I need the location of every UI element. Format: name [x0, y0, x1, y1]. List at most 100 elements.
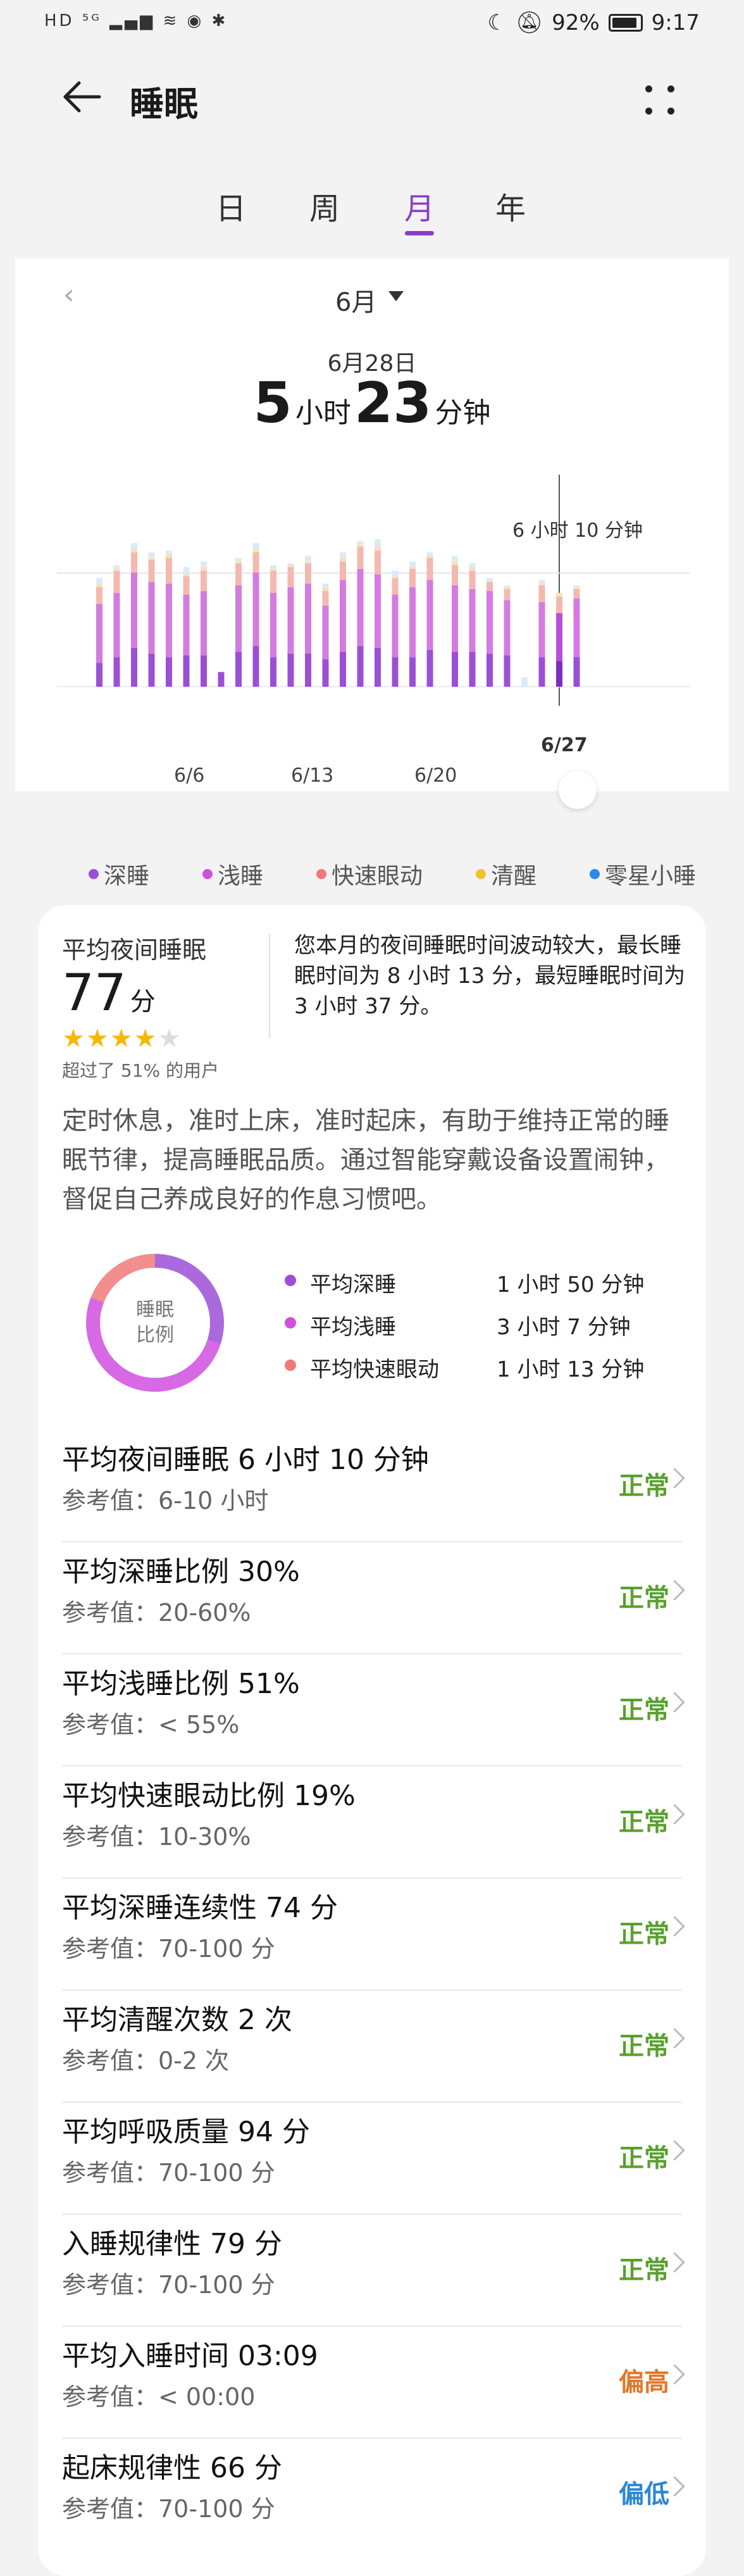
bar-segment[interactable]: [357, 541, 364, 545]
bar-segment[interactable]: [452, 556, 458, 562]
bar-segment[interactable]: [131, 572, 137, 648]
bar-segment[interactable]: [235, 651, 242, 687]
bar-segment[interactable]: [96, 578, 102, 584]
tab-month[interactable]: 月: [394, 184, 445, 228]
tab-year[interactable]: 年: [485, 184, 536, 228]
bar-segment[interactable]: [166, 584, 172, 658]
metric-row[interactable]: 平均深睡连续性 74 分参考值：70-100 分 正常: [62, 1879, 685, 1991]
bar-segment[interactable]: [426, 558, 433, 580]
bar-segment[interactable]: [375, 546, 381, 551]
bar-segment[interactable]: [357, 568, 364, 646]
bar-segment[interactable]: [322, 659, 329, 687]
bar-segment[interactable]: [409, 566, 416, 569]
chevron-left-icon[interactable]: ‹: [63, 278, 75, 311]
bar-segment[interactable]: [96, 584, 102, 587]
bar-segment[interactable]: [183, 655, 190, 687]
bar-segment[interactable]: [538, 580, 545, 584]
bar-segment[interactable]: [148, 552, 155, 558]
month-selector[interactable]: 6月: [335, 282, 376, 318]
bar-segment[interactable]: [322, 584, 329, 587]
bar-segment[interactable]: [375, 539, 381, 547]
bar-segment[interactable]: [235, 563, 242, 585]
bar-segment[interactable]: [487, 591, 493, 654]
bar-segment[interactable]: [322, 587, 329, 591]
bar-segment[interactable]: [252, 646, 259, 687]
bar-segment[interactable]: [252, 552, 259, 573]
bar-segment[interactable]: [270, 592, 276, 658]
bar-segment[interactable]: [183, 566, 190, 575]
metric-row[interactable]: 平均浅睡比例 51% 参考值：< 55% 正常: [62, 1654, 685, 1766]
bar-segment[interactable]: [521, 677, 528, 687]
bar-segment[interactable]: [340, 558, 346, 562]
bar-segment[interactable]: [322, 591, 329, 606]
bar-segment[interactable]: [131, 552, 137, 573]
bar-segment[interactable]: [556, 613, 562, 661]
bar-segment[interactable]: [322, 606, 329, 660]
bar-segment[interactable]: [357, 545, 364, 547]
bar-segment[interactable]: [201, 655, 207, 687]
bar-segment[interactable]: [573, 587, 580, 589]
bar-segment[interactable]: [426, 580, 433, 650]
bar-segment[interactable]: [287, 565, 294, 567]
bar-segment[interactable]: [270, 657, 276, 687]
bar-segment[interactable]: [340, 552, 346, 558]
bar-segment[interactable]: [166, 558, 172, 584]
bar-segment[interactable]: [538, 657, 545, 687]
bar-segment[interactable]: [392, 570, 399, 577]
metric-row[interactable]: 平均入睡时间 03:09 参考值：< 00:00 偏高: [62, 2327, 685, 2439]
bar-segment[interactable]: [131, 647, 137, 687]
bar-segment[interactable]: [287, 563, 294, 565]
bar-segment[interactable]: [166, 657, 172, 687]
bar-segment[interactable]: [340, 561, 346, 580]
bar-segment[interactable]: [113, 592, 120, 658]
back-button[interactable]: [60, 75, 104, 119]
bar-segment[interactable]: [504, 655, 511, 687]
bar-segment[interactable]: [392, 578, 399, 595]
bar-segment[interactable]: [201, 561, 207, 567]
bar-segment[interactable]: [270, 568, 276, 571]
bar-segment[interactable]: [201, 570, 207, 591]
bar-segment[interactable]: [538, 585, 545, 603]
bar-segment[interactable]: [487, 582, 493, 591]
bar-segment[interactable]: [409, 561, 416, 567]
bar-segment[interactable]: [287, 653, 294, 687]
bar-segment[interactable]: [96, 604, 102, 663]
bar-segment[interactable]: [252, 548, 259, 553]
bar-segment[interactable]: [504, 600, 511, 656]
bar-segment[interactable]: [287, 587, 294, 654]
bar-segment[interactable]: [392, 657, 399, 687]
bar-segment[interactable]: [504, 585, 511, 587]
bar-segment[interactable]: [375, 574, 381, 648]
metric-row[interactable]: 入睡规律性 79 分参考值：70-100 分 正常: [62, 2215, 685, 2327]
caret-down-icon[interactable]: [388, 291, 404, 301]
bar-segment[interactable]: [504, 587, 511, 589]
bar-segment[interactable]: [426, 649, 433, 687]
metric-row[interactable]: 平均呼吸质量 94 分参考值：70-100 分 正常: [62, 2103, 685, 2215]
bar-segment[interactable]: [305, 556, 311, 562]
bar-segment[interactable]: [148, 653, 155, 687]
bar-segment[interactable]: [556, 661, 562, 687]
bar-segment[interactable]: [113, 570, 120, 593]
bar-segment[interactable]: [409, 568, 416, 587]
bar-segment[interactable]: [538, 602, 545, 658]
bar-segment[interactable]: [235, 585, 242, 652]
bar-segment[interactable]: [409, 587, 416, 658]
bar-segment[interactable]: [452, 561, 458, 565]
bar-segment[interactable]: [426, 556, 433, 558]
bar-segment[interactable]: [392, 576, 399, 578]
bar-segment[interactable]: [235, 561, 242, 564]
bar-segment[interactable]: [113, 568, 120, 571]
bar-segment[interactable]: [183, 574, 190, 577]
bar-segment[interactable]: [469, 570, 476, 589]
metric-row[interactable]: 平均深睡比例 30% 参考值：20-60% 正常: [62, 1542, 685, 1654]
bar-segment[interactable]: [252, 572, 259, 646]
bar-segment[interactable]: [270, 565, 276, 569]
bar-segment[interactable]: [538, 584, 545, 585]
bar-segment[interactable]: [573, 598, 580, 658]
bar-segment[interactable]: [166, 554, 172, 558]
bar-segment[interactable]: [452, 651, 458, 687]
bar-segment[interactable]: [340, 580, 346, 652]
bar-segment[interactable]: [504, 589, 511, 601]
bar-segment[interactable]: [375, 647, 381, 687]
tab-day[interactable]: 日: [206, 184, 256, 228]
